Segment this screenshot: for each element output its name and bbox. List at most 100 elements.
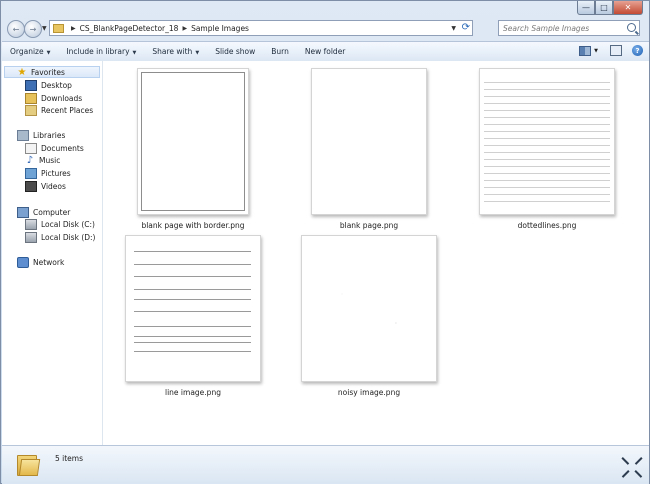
caption-buttons: — □ ✕: [577, 1, 643, 15]
include-in-library-menu[interactable]: Include in library ▼: [58, 47, 144, 56]
sidebar-item-favorites[interactable]: ★ Favorites: [4, 66, 100, 78]
file-name[interactable]: blank page with border.png: [141, 221, 244, 230]
thumb-line: [134, 289, 251, 290]
search-icon[interactable]: [627, 23, 636, 32]
sidebar-item-label: Recent Places: [41, 105, 94, 115]
sidebar-item-network[interactable]: Network: [17, 256, 64, 268]
share-with-label: Share with: [152, 47, 193, 56]
organize-menu[interactable]: Organize ▼: [2, 47, 58, 56]
preview-pane-icon[interactable]: [610, 45, 622, 56]
address-bar[interactable]: ▶ CS_BlankPageDetector_18 ▶ Sample Image…: [49, 20, 473, 36]
explorer-window: — □ ✕ ← → ▼ ▶ CS_BlankPageDetector_18 ▶ …: [0, 0, 650, 484]
pictures-icon: [25, 167, 37, 179]
sidebar-item-documents[interactable]: Documents: [25, 142, 84, 154]
sidebar-item-videos[interactable]: Videos: [25, 180, 66, 192]
chevron-down-icon: ▼: [195, 50, 200, 56]
help-icon[interactable]: ?: [632, 45, 643, 56]
breadcrumb-segment[interactable]: CS_BlankPageDetector_18: [80, 24, 179, 33]
forward-button[interactable]: →: [24, 20, 42, 38]
file-item[interactable]: line image.png: [125, 235, 261, 397]
thumb-line: [134, 351, 251, 352]
burn-button[interactable]: Burn: [263, 47, 297, 56]
sidebar-item-pictures[interactable]: Pictures: [25, 167, 71, 179]
chevron-down-icon[interactable]: ▼: [594, 48, 598, 54]
file-item[interactable]: noisy image.png: [301, 235, 437, 397]
thumb-line: [134, 251, 251, 252]
documents-icon: [25, 142, 37, 154]
thumbnail[interactable]: [301, 235, 437, 382]
thumb-line: [134, 276, 251, 277]
folder-icon: [17, 452, 41, 476]
address-dropdown-icon[interactable]: ▼: [451, 25, 456, 32]
recent-places-icon: [25, 104, 37, 116]
sidebar-item-local-disk-d[interactable]: Local Disk (D:): [25, 231, 95, 243]
sidebar-item-label: Music: [39, 155, 61, 165]
recent-pages-dropdown[interactable]: ▼: [42, 25, 47, 32]
new-folder-button[interactable]: New folder: [297, 47, 354, 56]
file-name[interactable]: dottedlines.png: [518, 221, 577, 230]
file-list: blank page with border.png blank page.pn…: [103, 61, 649, 445]
file-name[interactable]: noisy image.png: [338, 388, 400, 397]
search-box[interactable]: [498, 20, 640, 36]
close-button[interactable]: ✕: [613, 1, 643, 15]
resize-grip-icon[interactable]: [621, 456, 643, 478]
breadcrumb-segment[interactable]: Sample Images: [191, 24, 249, 33]
sidebar-item-desktop[interactable]: Desktop: [25, 79, 72, 91]
sidebar-item-downloads[interactable]: Downloads: [25, 92, 82, 104]
sidebar-item-label: Local Disk (C:): [41, 219, 95, 229]
include-in-library-label: Include in library: [66, 47, 130, 56]
details-pane: 5 items: [2, 445, 649, 484]
thumb-line: [134, 342, 251, 343]
thumbnail[interactable]: [125, 235, 261, 382]
back-button[interactable]: ←: [7, 20, 25, 38]
navigation-pane: ★ Favorites Desktop Downloads Recent Pla…: [2, 61, 103, 445]
search-input[interactable]: [499, 22, 625, 34]
command-bar: Organize ▼ Include in library ▼ Share with…: [2, 41, 649, 62]
computer-icon: [17, 206, 29, 218]
desktop-icon: [25, 79, 37, 91]
share-with-menu[interactable]: Share with ▼: [144, 47, 207, 56]
command-bar-right: ▼ ?: [579, 45, 643, 56]
slide-show-button[interactable]: Slide show: [207, 47, 263, 56]
libraries-icon: [17, 129, 29, 141]
sidebar-item-music[interactable]: ♪ Music: [25, 154, 61, 166]
sidebar-item-label: Videos: [41, 181, 66, 191]
file-name[interactable]: line image.png: [165, 388, 221, 397]
change-view-icon[interactable]: [579, 45, 592, 56]
chevron-down-icon: ▼: [46, 50, 51, 56]
refresh-icon[interactable]: ⟳: [462, 22, 470, 33]
thumb-line: [134, 336, 251, 337]
sidebar-item-libraries[interactable]: Libraries: [17, 129, 65, 141]
thumbnail[interactable]: [137, 68, 249, 215]
disk-icon: [25, 218, 37, 230]
thumb-line: [134, 311, 251, 312]
thumbnail[interactable]: [479, 68, 615, 215]
forward-arrow-icon: →: [29, 24, 37, 34]
back-arrow-icon: ←: [12, 24, 20, 34]
network-icon: [17, 256, 29, 268]
file-name[interactable]: blank page.png: [340, 221, 398, 230]
disk-icon: [25, 231, 37, 243]
sidebar-item-label: Libraries: [33, 130, 66, 140]
sidebar-item-label: Network: [33, 257, 65, 267]
file-item[interactable]: blank page.png: [311, 68, 427, 230]
thumb-line: [134, 264, 251, 265]
minimize-button[interactable]: —: [577, 1, 595, 15]
sidebar-item-recent-places[interactable]: Recent Places: [25, 104, 93, 116]
file-item[interactable]: dottedlines.png: [479, 68, 615, 230]
chevron-right-icon[interactable]: ▶: [71, 25, 76, 32]
sidebar-item-label: Desktop: [41, 80, 72, 90]
chevron-right-icon[interactable]: ▶: [182, 25, 187, 32]
sidebar-item-label: Documents: [41, 143, 84, 153]
item-count: 5 items: [55, 454, 84, 463]
thumb-line: [134, 299, 251, 300]
sidebar-item-computer[interactable]: Computer: [17, 206, 70, 218]
sidebar-item-local-disk-c[interactable]: Local Disk (C:): [25, 218, 95, 230]
sidebar-item-label: Pictures: [41, 168, 71, 178]
videos-icon: [25, 180, 37, 192]
sidebar-item-label: Local Disk (D:): [41, 232, 96, 242]
sidebar-item-label: Computer: [33, 207, 71, 217]
thumbnail[interactable]: [311, 68, 427, 215]
file-item[interactable]: blank page with border.png: [135, 68, 251, 230]
maximize-button[interactable]: □: [595, 1, 613, 15]
